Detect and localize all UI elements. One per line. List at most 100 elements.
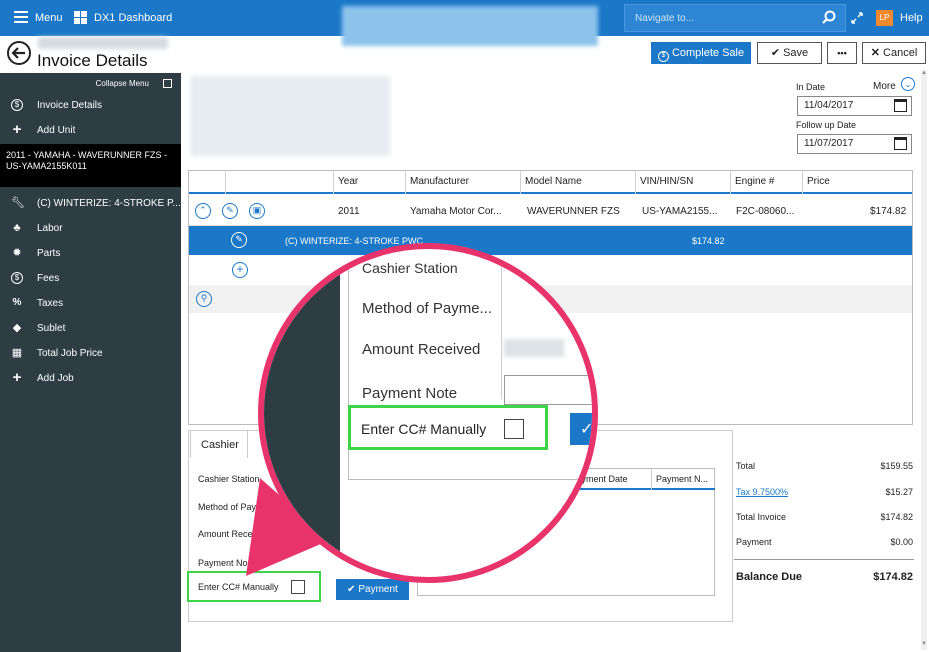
complete-sale-label: Complete Sale — [671, 47, 745, 59]
balance-due-label: Balance Due — [736, 571, 803, 583]
scroll-up-icon[interactable]: ▲ — [921, 70, 927, 76]
zoom-panel-bottom — [348, 479, 592, 480]
sidebar-item-label: Fees — [37, 273, 60, 284]
dollar-circle-icon: $ — [11, 99, 23, 111]
table-header-spacer — [226, 170, 334, 194]
collapse-icon[interactable] — [163, 79, 172, 88]
followup-date-field[interactable]: 11/07/2017 — [797, 134, 912, 154]
dollar-circle-icon: $ — [657, 51, 669, 62]
payment-value: $0.00 — [890, 537, 913, 547]
sidebar-item-label: Taxes — [37, 298, 64, 309]
zoom-check-icon: ✓ — [580, 421, 594, 438]
zoom-magnifier: Cashier Station Method of Payme... Amoun… — [258, 243, 598, 583]
zoom-cc-label: Enter CC# Manually — [361, 421, 487, 437]
gear-icon: ✹ — [12, 247, 22, 259]
plus-icon: + — [12, 121, 22, 138]
chevron-down-icon[interactable]: ⌄ — [901, 77, 915, 91]
sidebar-item-sublet[interactable]: ◆ Sublet — [0, 316, 181, 341]
tab-cashier[interactable]: Cashier — [190, 430, 248, 458]
sidebar-item-invoice-details[interactable]: $ Invoice Details — [0, 93, 181, 118]
row-model: WAVERUNNER FZS — [527, 206, 620, 217]
sidebar-unit-item[interactable]: 2011 - YAMAHA - WAVERUNNER FZS - US-YAMA… — [0, 144, 181, 187]
top-bar: Menu DX1 Dashboard Navigate to... LP Hel… — [0, 0, 929, 46]
sidebar-item-label: Add Unit — [37, 125, 76, 136]
sidebar-item-parts[interactable]: ✹ Parts — [0, 241, 181, 266]
image-icon[interactable]: ▣ — [249, 203, 265, 219]
calendar-icon[interactable] — [894, 99, 907, 112]
zoom-method-label: Method of Payme... — [362, 300, 493, 317]
navigate-search-input[interactable]: Navigate to... — [624, 4, 846, 32]
sidebar-item-add-unit[interactable]: + Add Unit — [0, 118, 181, 143]
sidebar-item-labor[interactable]: ♣ Labor — [0, 216, 181, 241]
edit-pencil-icon[interactable]: ✎ — [222, 203, 238, 219]
sidebar-item-total-job-price[interactable]: ▦ Total Job Price — [0, 341, 181, 366]
cancel-label: Cancel — [883, 47, 918, 59]
calendar-icon[interactable] — [894, 137, 907, 150]
sidebar-item-taxes[interactable]: % Taxes — [0, 291, 181, 316]
balance-due-value: $174.82 — [873, 571, 913, 583]
total-label: Total — [736, 461, 756, 471]
sidebar-item-label: Sublet — [37, 323, 66, 334]
menu-label[interactable]: Menu — [35, 12, 63, 24]
more-options-button[interactable]: ••• — [827, 42, 857, 64]
dashboard-link[interactable]: DX1 Dashboard — [94, 12, 172, 24]
sidebar-item-add-job[interactable]: + Add Job — [0, 366, 181, 391]
check-icon: ✔ — [347, 584, 356, 595]
col-manufacturer[interactable]: Manufacturer — [406, 170, 521, 194]
col-vin[interactable]: VIN/HIN/SN — [636, 170, 731, 194]
sidebar-item-label: Total Job Price — [37, 348, 103, 359]
job-price: $174.82 — [692, 236, 725, 246]
calculator-icon: ▦ — [11, 347, 23, 359]
user-avatar[interactable]: LP — [876, 10, 893, 26]
col-model-name[interactable]: Model Name — [521, 170, 636, 194]
cancel-button[interactable]: ✕ Cancel — [862, 42, 926, 64]
tag-icon: ◆ — [12, 322, 22, 334]
dashboard-icon[interactable] — [74, 11, 87, 24]
payment-button-label: Payment — [358, 584, 398, 595]
col-price[interactable]: Price — [803, 170, 863, 194]
page-title: Invoice Details — [37, 51, 148, 70]
zoom-sidebar-fragment — [264, 249, 340, 577]
in-date-field[interactable]: 11/04/2017 — [797, 96, 912, 116]
sidebar-item-label: Add Job — [37, 373, 74, 384]
complete-sale-button[interactable]: $ Complete Sale — [651, 42, 751, 64]
collapse-menu-label[interactable]: Collapse Menu — [96, 79, 149, 88]
col-engine[interactable]: Engine # — [731, 170, 803, 194]
help-link[interactable]: Help — [900, 12, 923, 24]
edit-pencil-icon[interactable]: ✎ — [231, 232, 247, 248]
scroll-down-icon[interactable]: ▼ — [921, 641, 927, 647]
balance-divider — [734, 559, 914, 560]
page-scrollbar[interactable] — [921, 70, 927, 650]
close-icon: ✕ — [870, 47, 880, 59]
cc-manual-checkbox[interactable] — [291, 580, 305, 594]
back-arrow-icon[interactable] — [6, 40, 32, 69]
row-vin: US-YAMA2155... — [642, 206, 718, 217]
sidebar-item-label: Invoice Details — [37, 100, 103, 111]
menu-icon[interactable] — [14, 11, 28, 23]
zoom-amount-label: Amount Received — [362, 341, 481, 358]
zoom-input-divider — [501, 249, 502, 399]
save-button[interactable]: ✔ Save — [757, 42, 822, 64]
blurred-header-area — [342, 6, 598, 46]
row-year: 2011 — [338, 206, 360, 217]
sidebar-item-fees[interactable]: $ Fees — [0, 266, 181, 291]
col-payment-n[interactable]: Payment N... — [656, 474, 708, 484]
sidebar-item-job[interactable]: 🔧︎ (C) WINTERIZE: 4-STROKE P... — [0, 191, 181, 216]
more-label[interactable]: More — [873, 81, 896, 92]
payment-button[interactable]: ✔ Payment — [336, 579, 409, 600]
col-year[interactable]: Year — [334, 170, 406, 194]
dollar-circle-icon: $ — [11, 272, 23, 284]
tab-cashier-label: Cashier — [201, 439, 239, 451]
search-icon[interactable] — [822, 10, 836, 27]
expand-icon[interactable] — [850, 11, 864, 28]
total-invoice-value: $174.82 — [880, 512, 913, 522]
add-plus-icon[interactable]: + — [232, 262, 248, 278]
search-icon[interactable]: ⚲ — [196, 291, 212, 307]
col-divider — [651, 468, 652, 490]
percent-tax-icon: % — [12, 297, 22, 308]
sidebar-item-label: Parts — [37, 248, 61, 259]
blurred-breadcrumb — [38, 37, 168, 49]
save-label: Save — [783, 47, 809, 59]
collapse-up-icon[interactable]: ⌃ — [195, 203, 211, 219]
tax-link[interactable]: Tax 9.7500% — [736, 487, 788, 497]
